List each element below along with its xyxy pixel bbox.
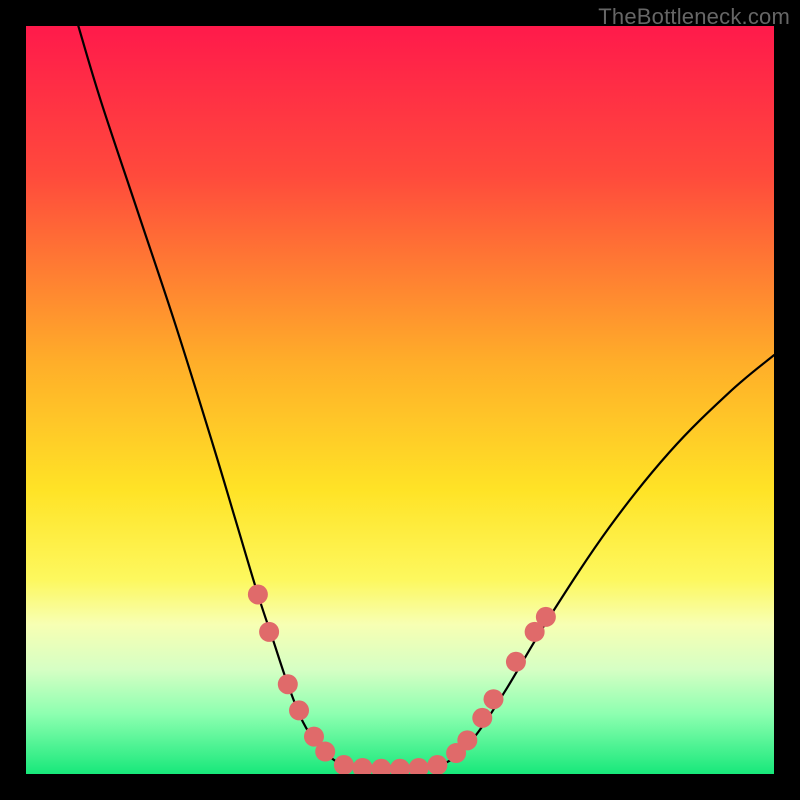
- marker-dot: [315, 742, 335, 762]
- marker-dot: [457, 730, 477, 750]
- marker-dot: [259, 622, 279, 642]
- marker-dot: [536, 607, 556, 627]
- chart-frame: TheBottleneck.com: [0, 0, 800, 800]
- marker-dot: [506, 652, 526, 672]
- bottleneck-chart: [26, 26, 774, 774]
- gradient-background: [26, 26, 774, 774]
- marker-dot: [278, 674, 298, 694]
- marker-dot: [289, 700, 309, 720]
- marker-dot: [472, 708, 492, 728]
- marker-dot: [248, 584, 268, 604]
- marker-dot: [484, 689, 504, 709]
